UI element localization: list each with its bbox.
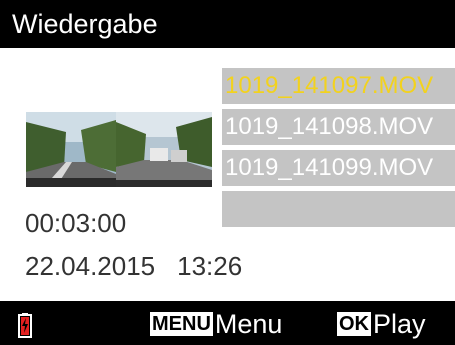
recording-time: 13:26 xyxy=(177,251,243,281)
video-duration: 00:03:00 xyxy=(25,208,127,238)
page-title: Wiedergabe xyxy=(0,0,455,48)
file-list: 1019_141097.MOV 1019_141098.MOV 1019_141… xyxy=(222,68,455,232)
recording-datetime: 22.04.2015 13:26 xyxy=(25,251,242,282)
file-item-1[interactable]: 1019_141097.MOV xyxy=(222,68,455,104)
menu-key: MENU xyxy=(150,312,213,336)
file-item-empty[interactable] xyxy=(222,191,455,227)
ok-key: OK xyxy=(337,312,371,336)
playback-panel: 1019_141097.MOV 1019_141098.MOV 1019_141… xyxy=(0,48,455,301)
footer-bar: MENU Menu OK Play xyxy=(0,301,455,345)
video-thumbnail xyxy=(26,112,212,187)
recording-date: 22.04.2015 xyxy=(25,251,156,281)
play-label: Play xyxy=(373,309,426,339)
battery-charging-icon xyxy=(18,313,32,338)
playback-screen: Wiedergabe 1019_141097.MOV 1019_141098.M… xyxy=(0,0,455,345)
menu-hint[interactable]: MENU Menu xyxy=(150,309,282,339)
menu-label: Menu xyxy=(214,309,283,339)
file-item-2[interactable]: 1019_141098.MOV xyxy=(222,109,455,145)
file-item-3[interactable]: 1019_141099.MOV xyxy=(222,150,455,186)
play-hint[interactable]: OK Play xyxy=(337,309,426,339)
